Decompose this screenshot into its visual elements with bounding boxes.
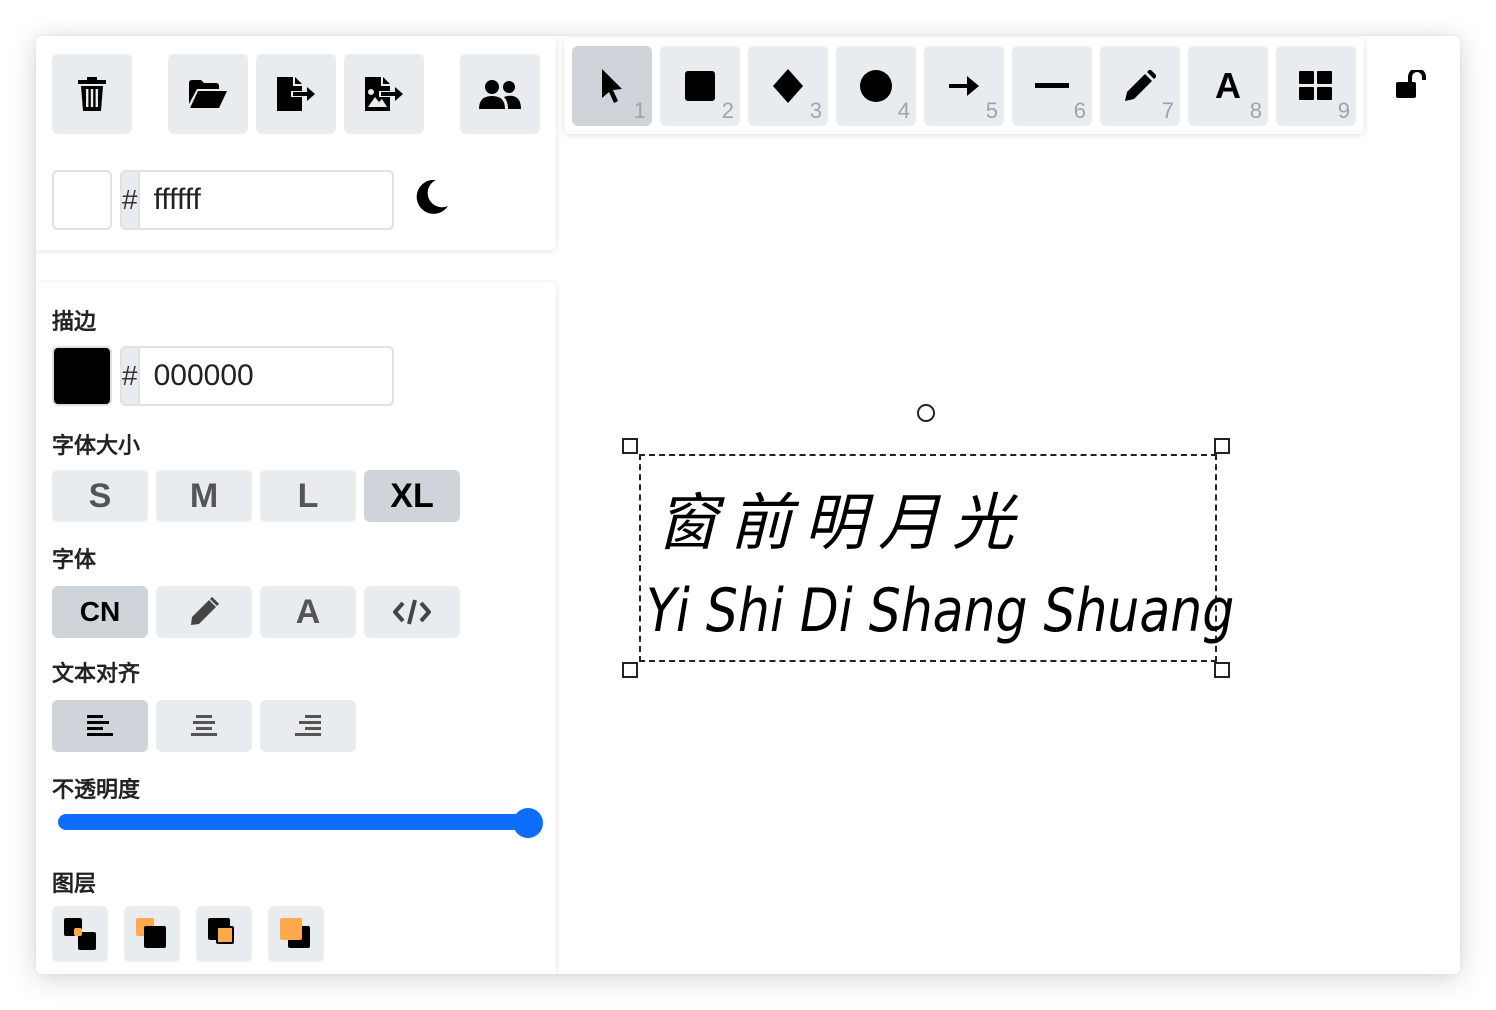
tool-number: 6 bbox=[1073, 98, 1086, 123]
align-center-icon bbox=[191, 715, 217, 736]
resize-handle-se[interactable] bbox=[1214, 662, 1230, 678]
stroke-label: 描边 bbox=[52, 310, 97, 335]
font-family-normal-button[interactable]: A bbox=[260, 586, 356, 638]
background-hex-input[interactable] bbox=[139, 172, 392, 228]
opacity-label: 不透明度 bbox=[52, 778, 141, 803]
tool-draw[interactable]: 7 bbox=[1100, 46, 1180, 126]
stroke-hex-input[interactable] bbox=[139, 348, 392, 404]
dark-mode-toggle[interactable] bbox=[416, 179, 452, 216]
circle-icon bbox=[860, 70, 892, 102]
opacity-slider-track[interactable] bbox=[58, 814, 528, 830]
export-file-button[interactable] bbox=[256, 54, 336, 134]
open-file-button[interactable] bbox=[168, 54, 248, 134]
tool-number: 2 bbox=[721, 98, 734, 123]
pointer-icon bbox=[602, 69, 622, 103]
send-backward-button[interactable] bbox=[124, 906, 180, 962]
font-family-cn-button[interactable]: CN bbox=[52, 586, 148, 638]
main-menu-panel: # bbox=[36, 36, 556, 250]
tool-number: 4 bbox=[897, 98, 910, 123]
background-hex-field: # bbox=[120, 170, 394, 230]
pencil-icon bbox=[1125, 70, 1156, 101]
font-size-l-button[interactable]: L bbox=[260, 470, 356, 522]
resize-handle-sw[interactable] bbox=[622, 662, 638, 678]
tool-library[interactable]: 9 bbox=[1276, 46, 1356, 126]
tool-ellipse[interactable]: 4 bbox=[836, 46, 916, 126]
hex-prefix: # bbox=[122, 172, 140, 228]
grid-icon bbox=[1299, 71, 1332, 100]
font-size-s-button[interactable]: S bbox=[52, 470, 148, 522]
rotation-handle[interactable] bbox=[917, 404, 935, 422]
align-right-icon bbox=[295, 715, 321, 736]
font-family-code-button[interactable] bbox=[364, 586, 460, 638]
send-to-back-button[interactable] bbox=[52, 906, 108, 962]
font-size-label: 字体大小 bbox=[52, 434, 141, 459]
lock-toggle[interactable] bbox=[1396, 68, 1432, 106]
font-family-handwriting-button[interactable] bbox=[156, 586, 252, 638]
tool-text[interactable]: A 8 bbox=[1188, 46, 1268, 126]
stroke-color-swatch[interactable] bbox=[52, 346, 112, 406]
resize-handle-ne[interactable] bbox=[1214, 438, 1230, 454]
code-icon bbox=[393, 599, 431, 625]
text-tool-icon: A bbox=[1215, 65, 1241, 106]
tool-arrow[interactable]: 5 bbox=[924, 46, 1004, 126]
moon-icon bbox=[416, 179, 448, 214]
file-export-icon bbox=[277, 77, 315, 111]
line-icon bbox=[1035, 83, 1069, 88]
tool-number: 9 bbox=[1337, 98, 1350, 123]
tool-number: 3 bbox=[809, 98, 822, 123]
pencil-icon bbox=[191, 597, 219, 625]
align-left-button[interactable] bbox=[52, 700, 148, 752]
canvas-text-line-1[interactable]: 窗前明月光 bbox=[656, 472, 1026, 562]
users-icon bbox=[479, 80, 521, 109]
text-align-label: 文本对齐 bbox=[52, 662, 141, 687]
tool-number: 1 bbox=[633, 98, 646, 123]
app-window: # 描边 # 字体大小 S M L XL 字体 CN A 文本对齐 bbox=[36, 36, 1460, 974]
opacity-slider-thumb[interactable] bbox=[513, 808, 543, 838]
clear-canvas-button[interactable] bbox=[52, 54, 132, 134]
bring-to-front-button[interactable] bbox=[268, 906, 324, 962]
font-family-label: 字体 bbox=[52, 548, 97, 573]
arrow-right-icon bbox=[949, 76, 979, 96]
resize-handle-nw[interactable] bbox=[622, 438, 638, 454]
diamond-icon bbox=[773, 69, 803, 103]
align-right-button[interactable] bbox=[260, 700, 356, 752]
align-left-icon bbox=[87, 715, 113, 736]
tool-select[interactable]: 1 bbox=[572, 46, 652, 126]
export-image-button[interactable] bbox=[344, 54, 424, 134]
properties-panel: 描边 # 字体大小 S M L XL 字体 CN A 文本对齐 不透明度 bbox=[36, 282, 556, 974]
bring-forward-button[interactable] bbox=[196, 906, 252, 962]
tool-diamond[interactable]: 3 bbox=[748, 46, 828, 126]
tool-number: 5 bbox=[985, 98, 998, 123]
folder-open-icon bbox=[189, 80, 227, 108]
unlock-icon bbox=[1396, 68, 1426, 98]
image-export-icon bbox=[365, 77, 403, 111]
square-icon bbox=[685, 71, 715, 101]
stroke-hex-field: # bbox=[120, 346, 394, 406]
collaboration-button[interactable] bbox=[460, 54, 540, 134]
background-color-swatch[interactable] bbox=[52, 170, 112, 230]
tool-number: 7 bbox=[1161, 98, 1174, 123]
shape-toolbar: 1 2 3 4 5 6 7 A 8 9 bbox=[564, 38, 1364, 134]
canvas-text-line-2[interactable]: Yi Shi Di Shang Shuang bbox=[646, 576, 1234, 646]
tool-number: 8 bbox=[1249, 98, 1262, 123]
font-size-m-button[interactable]: M bbox=[156, 470, 252, 522]
tool-rectangle[interactable]: 2 bbox=[660, 46, 740, 126]
tool-line[interactable]: 6 bbox=[1012, 46, 1092, 126]
align-center-button[interactable] bbox=[156, 700, 252, 752]
hex-prefix: # bbox=[122, 348, 140, 404]
font-size-xl-button[interactable]: XL bbox=[364, 470, 460, 522]
layers-label: 图层 bbox=[52, 872, 97, 897]
trash-icon bbox=[78, 77, 106, 111]
